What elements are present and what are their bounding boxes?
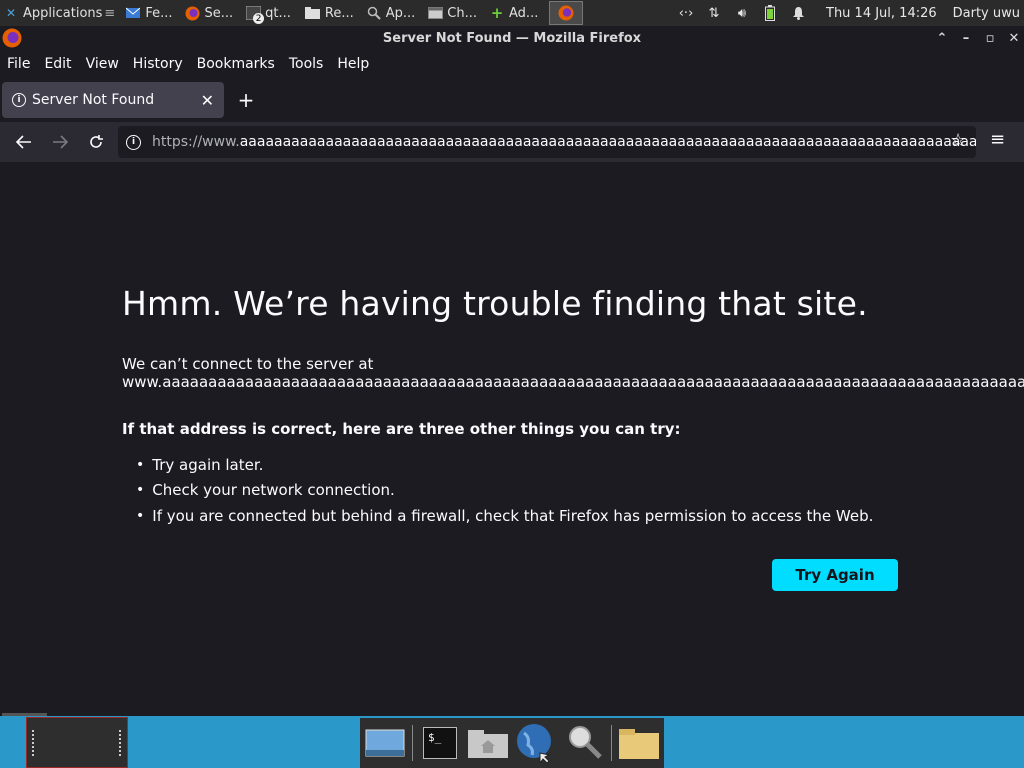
menu-bar: File Edit View History Bookmarks Tools H… [0,50,1024,78]
terminal-icon[interactable]: $_ [419,722,461,764]
menu-edit[interactable]: Edit [44,56,78,72]
firefox-icon [558,5,574,21]
terminal-icon: 2 [245,5,265,24]
workspace-switcher[interactable] [26,717,128,768]
taskbar-item-mail[interactable]: Fe... [122,0,175,26]
suggestions-list: Try again later. Check your network conn… [136,452,873,529]
url-scheme: https://www. [152,134,240,150]
window-title: Server Not Found — Mozilla Firefox [382,30,642,46]
error-description-text: We can’t connect to the server at [122,355,374,373]
menu-file[interactable]: File [7,56,37,72]
plus-icon: + [490,4,504,22]
navigation-toolbar: i https://www. aaaaaaaaaaaaaaaaaaaaaaaaa… [0,122,1024,162]
firefox-icon [2,28,22,52]
window-controls: ⌃ – ▫ ✕ [936,26,1020,50]
taskbar-item-terminal[interactable]: 2 qt... [242,0,294,26]
taskbar-item-add[interactable]: + Ad... [486,0,541,26]
site-info-icon[interactable]: i [126,134,141,150]
url-host: aaaaaaaaaaaaaaaaaaaaaaaaaaaaaaaaaaaaaaaa… [239,134,976,150]
notification-bell-icon[interactable] [790,5,806,21]
suggestion-item: Check your network connection. [136,478,873,504]
tab-bar: i Server Not Found ✕ + [0,78,1024,122]
suggestion-item: Try again later. [136,452,873,478]
taskbar-item-label: Fe... [145,5,173,21]
menu-history[interactable]: History [133,56,190,72]
forward-button[interactable] [42,126,78,158]
reload-button[interactable] [78,126,114,158]
tab-server-not-found[interactable]: i Server Not Found ✕ [2,82,224,118]
taskbar-item-label: Ap... [385,5,416,21]
chevron-up-icon[interactable]: ⌃ [936,31,948,46]
clock[interactable]: Thu 14 Jul, 14:26 [826,6,937,21]
grip-handle[interactable] [119,730,123,756]
taskbar-item-label: Ch... [447,5,478,21]
folder-icon [305,5,321,21]
window-icon [427,5,443,21]
app-menu-icon[interactable]: ≡ [990,129,1005,150]
menu-help[interactable]: Help [337,56,376,72]
try-again-button[interactable]: Try Again [772,559,898,591]
menu-tools[interactable]: Tools [289,56,331,72]
suggestion-item: If you are connected but behind a firewa… [136,503,873,529]
maximize-icon[interactable]: ▫ [984,31,996,46]
tab-title: Server Not Found [32,92,155,108]
close-icon[interactable]: ✕ [1008,31,1020,46]
taskbar-item-firefox-active[interactable] [549,1,584,25]
menu-bookmarks[interactable]: Bookmarks [197,56,282,72]
user-name[interactable]: Darty uwu [953,6,1020,21]
transfer-icon[interactable]: ⇅ [706,5,722,21]
taskbar-item-firefox[interactable]: Se... [182,0,237,26]
search-icon [366,5,382,21]
grip-handle[interactable] [32,730,36,756]
svg-text:$_: $_ [428,731,442,744]
xfce-icon: ✕ [5,6,17,20]
battery-icon[interactable] [762,5,778,21]
mail-icon [125,5,141,21]
top-panel: ✕ Applications ≡ Fe... Se... 2 qt... Re.… [0,0,1024,26]
window-titlebar[interactable]: Server Not Found — Mozilla Firefox ⌃ – ▫… [0,26,1024,50]
taskbar-item-label: qt... [265,5,291,21]
error-description: We can’t connect to the server at www.aa… [122,355,1024,391]
taskbar-item-label: Re... [324,5,354,21]
suggestions-heading: If that address is correct, here are thr… [122,420,681,438]
volume-icon[interactable]: 🔊︎ [734,5,750,21]
applications-label: Applications [23,5,103,21]
taskbar-item-label: Se... [204,5,234,21]
window-count-badge: 2 [253,13,265,24]
folder-icon[interactable] [618,722,660,764]
new-tab-button[interactable]: + [236,88,256,112]
error-page: Hmm. We’re having trouble finding that s… [0,162,1024,716]
info-icon: i [12,93,26,107]
menu-view[interactable]: View [86,56,126,72]
show-desktop-icon[interactable] [364,722,406,764]
taskbar-item-appfinder[interactable]: Ap... [363,0,419,26]
taskbar-item-files[interactable]: Re... [302,0,357,26]
applications-menu[interactable]: ✕ Applications ≡ [0,0,118,26]
error-title: Hmm. We’re having trouble finding that s… [122,284,868,323]
launcher-dock: $_ [360,718,664,768]
system-tray: ‹·› ⇅ 🔊︎ Thu 14 Jul, 14:26 Darty uwu [678,0,1024,26]
url-bar[interactable]: i https://www. aaaaaaaaaaaaaaaaaaaaaaaaa… [118,126,976,158]
minimize-icon[interactable]: – [960,31,972,46]
taskbar-item-window[interactable]: Ch... [424,0,480,26]
firefox-icon [185,5,201,21]
home-folder-icon[interactable] [467,722,509,764]
web-browser-icon[interactable] [515,722,557,764]
dock-separator [412,725,413,761]
network-arrows-icon[interactable]: ‹·› [678,5,694,21]
app-finder-icon[interactable] [563,722,605,764]
error-host: www.aaaaaaaaaaaaaaaaaaaaaaaaaaaaaaaaaaaa… [122,373,1024,391]
dock-separator [611,725,612,761]
tab-close-icon[interactable]: ✕ [201,91,214,110]
back-button[interactable] [6,126,42,158]
taskbar-item-label: Ad... [509,5,539,21]
bookmark-star-icon[interactable]: ☆ [950,130,966,151]
